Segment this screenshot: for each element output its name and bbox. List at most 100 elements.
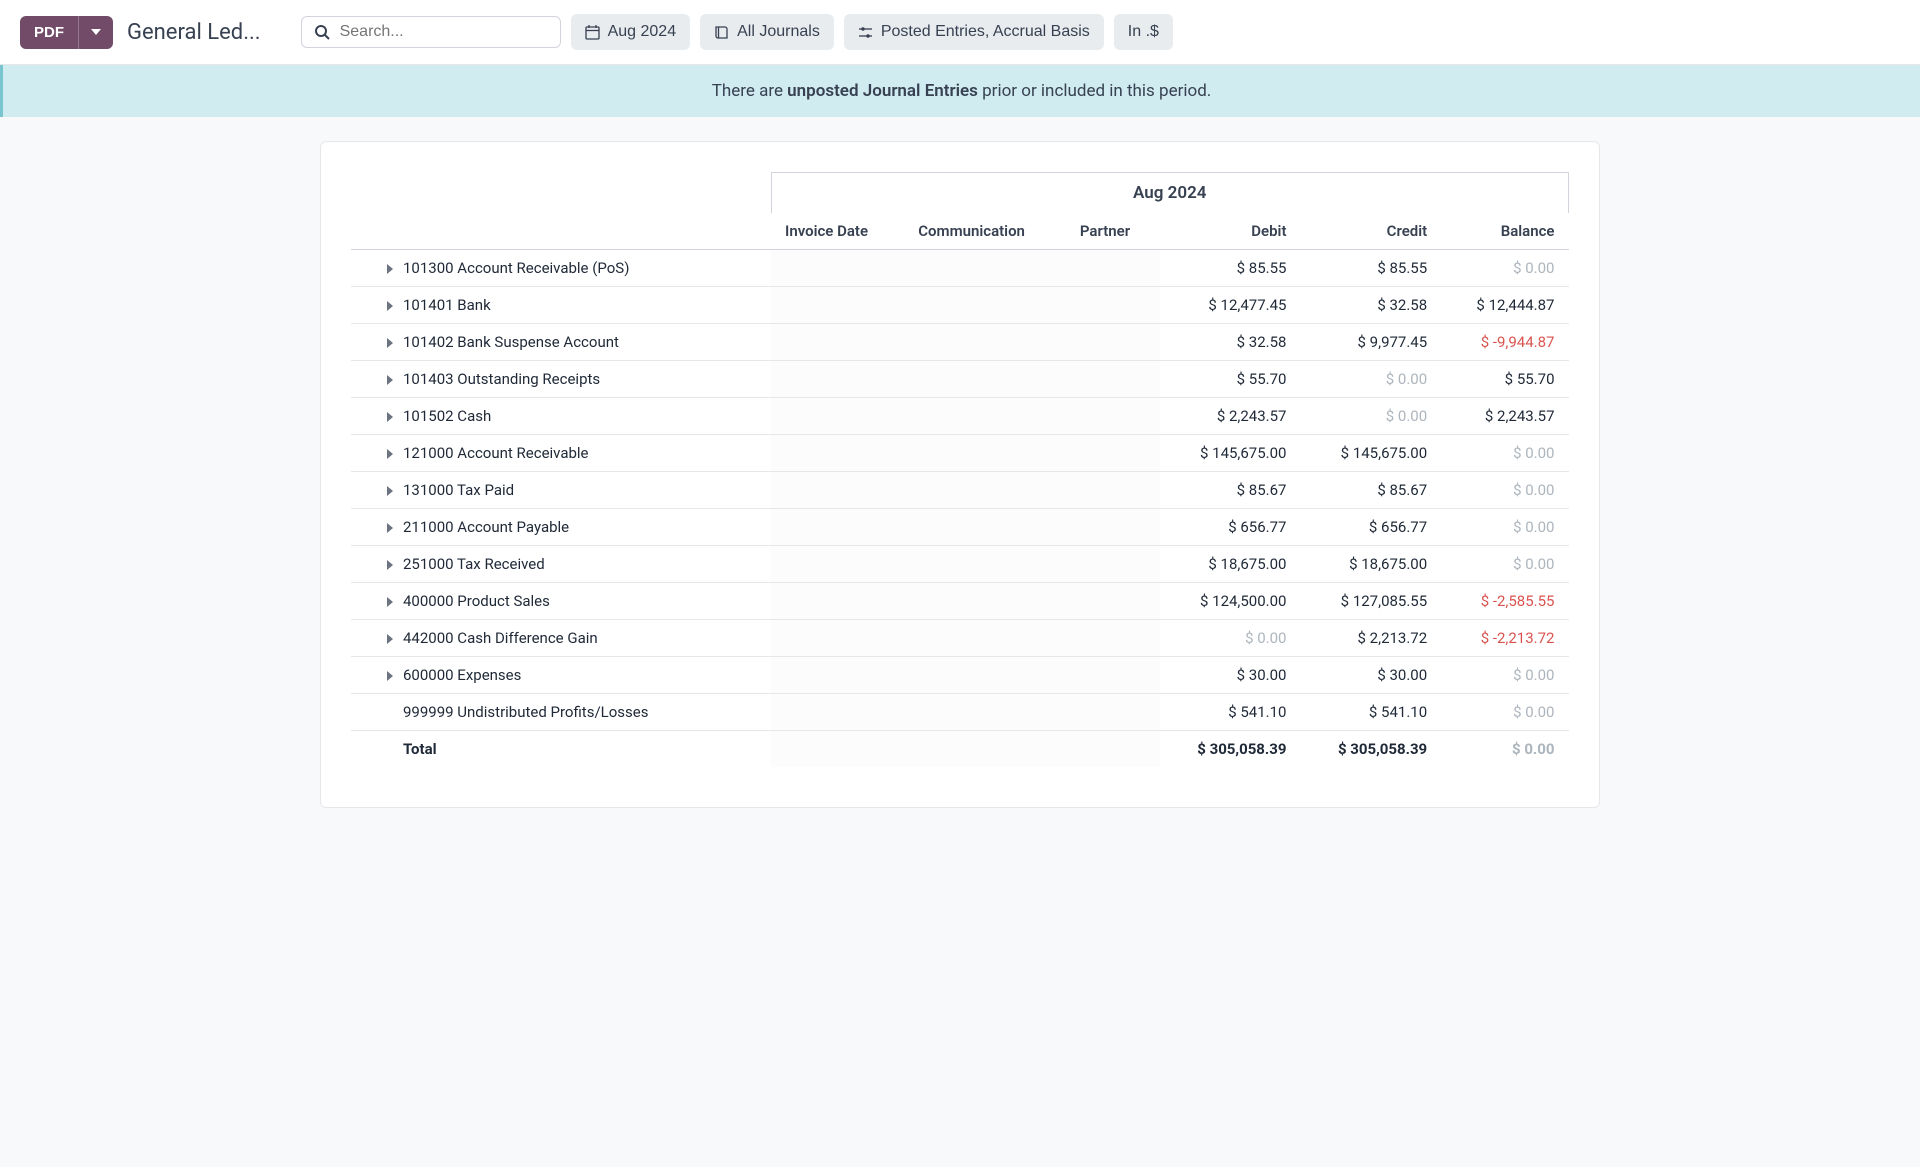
debit-cell: $ 0.00 bbox=[1160, 620, 1301, 657]
empty-cell bbox=[1066, 472, 1160, 509]
credit-cell: $ 18,675.00 bbox=[1300, 546, 1441, 583]
empty-cell bbox=[904, 250, 1066, 287]
search-input[interactable] bbox=[340, 23, 548, 41]
balance-cell: $ 0.00 bbox=[1441, 472, 1568, 509]
banner-strong[interactable]: unposted Journal Entries bbox=[787, 81, 978, 101]
account-name-cell[interactable]: 600000 Expenses bbox=[351, 657, 771, 694]
empty-cell bbox=[1066, 657, 1160, 694]
empty-cell bbox=[771, 287, 904, 324]
expand-caret-icon[interactable] bbox=[387, 560, 393, 570]
debit-cell: $ 55.70 bbox=[1160, 361, 1301, 398]
ledger-row[interactable]: 600000 Expenses$ 30.00$ 30.00$ 0.00 bbox=[351, 657, 1569, 694]
expand-caret-icon[interactable] bbox=[387, 375, 393, 385]
empty-cell bbox=[1066, 250, 1160, 287]
account-name-cell[interactable]: 211000 Account Payable bbox=[351, 509, 771, 546]
empty-cell bbox=[904, 657, 1066, 694]
date-filter-label: Aug 2024 bbox=[608, 23, 677, 41]
ledger-row[interactable]: 131000 Tax Paid$ 85.67$ 85.67$ 0.00 bbox=[351, 472, 1569, 509]
ledger-row[interactable]: 251000 Tax Received $ 18,675.00$ 18,675.0… bbox=[351, 546, 1569, 583]
expand-caret-icon[interactable] bbox=[387, 634, 393, 644]
ledger-row[interactable]: 442000 Cash Difference Gain$ 0.00$ 2,213… bbox=[351, 620, 1569, 657]
banner-suffix: prior or included in this period. bbox=[978, 81, 1211, 101]
expand-caret-icon[interactable] bbox=[387, 301, 393, 311]
expand-caret-icon[interactable] bbox=[387, 338, 393, 348]
balance-cell: $ 0.00 bbox=[1441, 546, 1568, 583]
banner-prefix: There are bbox=[712, 81, 787, 101]
empty-cell bbox=[771, 398, 904, 435]
expand-caret-icon[interactable] bbox=[387, 449, 393, 459]
credit-cell: $ 32.58 bbox=[1300, 287, 1441, 324]
column-header-row: Invoice Date Communication Partner Debit… bbox=[351, 213, 1569, 250]
empty-cell bbox=[904, 731, 1066, 768]
balance-cell: $ -9,944.87 bbox=[1441, 324, 1568, 361]
ledger-row[interactable]: 211000 Account Payable$ 656.77$ 656.77$ … bbox=[351, 509, 1569, 546]
account-name-cell[interactable]: 442000 Cash Difference Gain bbox=[351, 620, 771, 657]
ledger-row[interactable]: 101402 Bank Suspense Account$ 32.58$ 9,9… bbox=[351, 324, 1569, 361]
journals-filter-label: All Journals bbox=[737, 23, 820, 41]
pdf-button[interactable]: PDF bbox=[20, 16, 78, 49]
account-name-cell[interactable]: 101401 Bank bbox=[351, 287, 771, 324]
expand-caret-icon[interactable] bbox=[387, 412, 393, 422]
pdf-export-group: PDF bbox=[20, 16, 113, 49]
entries-filter-button[interactable]: Posted Entries, Accrual Basis bbox=[844, 14, 1104, 50]
ledger-row[interactable]: 101401 Bank$ 12,477.45$ 32.58$ 12,444.87 bbox=[351, 287, 1569, 324]
account-name: 600000 Expenses bbox=[403, 666, 521, 684]
col-invoice-date: Invoice Date bbox=[771, 213, 904, 250]
balance-cell: $ 0.00 bbox=[1441, 435, 1568, 472]
ledger-row[interactable]: 101403 Outstanding Receipts$ 55.70$ 0.00… bbox=[351, 361, 1569, 398]
total-balance: $ 0.00 bbox=[1441, 731, 1568, 768]
col-debit: Debit bbox=[1160, 213, 1301, 250]
col-balance: Balance bbox=[1441, 213, 1568, 250]
empty-cell bbox=[771, 731, 904, 768]
col-partner: Partner bbox=[1066, 213, 1160, 250]
ledger-row[interactable]: 121000 Account Receivable$ 145,675.00$ 1… bbox=[351, 435, 1569, 472]
search-box[interactable] bbox=[301, 16, 561, 48]
account-name-cell[interactable]: 121000 Account Receivable bbox=[351, 435, 771, 472]
date-filter-button[interactable]: Aug 2024 bbox=[571, 14, 691, 50]
account-name-cell[interactable]: 101502 Cash bbox=[351, 398, 771, 435]
account-name-cell[interactable]: 131000 Tax Paid bbox=[351, 472, 771, 509]
account-name-cell: 999999 Undistributed Profits/Losses bbox=[351, 694, 771, 731]
empty-cell bbox=[1066, 731, 1160, 768]
account-name: 999999 Undistributed Profits/Losses bbox=[403, 703, 648, 721]
account-name: 211000 Account Payable bbox=[403, 518, 569, 536]
debit-cell: $ 541.10 bbox=[1160, 694, 1301, 731]
empty-cell bbox=[771, 472, 904, 509]
empty-cell bbox=[904, 694, 1066, 731]
balance-cell: $ 0.00 bbox=[1441, 250, 1568, 287]
empty-cell bbox=[904, 435, 1066, 472]
expand-caret-icon[interactable] bbox=[387, 486, 393, 496]
account-name-cell[interactable]: 101403 Outstanding Receipts bbox=[351, 361, 771, 398]
debit-cell: $ 18,675.00 bbox=[1160, 546, 1301, 583]
account-name-cell[interactable]: 101300 Account Receivable (PoS) bbox=[351, 250, 771, 287]
account-name: 101401 Bank bbox=[403, 296, 491, 314]
credit-cell: $ 127,085.55 bbox=[1300, 583, 1441, 620]
empty-cell bbox=[904, 324, 1066, 361]
ledger-row[interactable]: 101300 Account Receivable (PoS)$ 85.55$ … bbox=[351, 250, 1569, 287]
ledger-row[interactable]: 101502 Cash$ 2,243.57$ 0.00$ 2,243.57 bbox=[351, 398, 1569, 435]
balance-cell: $ 0.00 bbox=[1441, 509, 1568, 546]
warning-banner: There are unposted Journal Entries prior… bbox=[0, 65, 1920, 117]
empty-cell bbox=[1066, 287, 1160, 324]
currency-filter-button[interactable]: In .$ bbox=[1114, 14, 1173, 50]
total-credit: $ 305,058.39 bbox=[1300, 731, 1441, 768]
expand-caret-icon[interactable] bbox=[387, 523, 393, 533]
account-name-cell[interactable]: 251000 Tax Received bbox=[351, 546, 771, 583]
account-name-cell[interactable]: 400000 Product Sales bbox=[351, 583, 771, 620]
account-name-cell[interactable]: 101402 Bank Suspense Account bbox=[351, 324, 771, 361]
expand-caret-icon[interactable] bbox=[387, 264, 393, 274]
empty-cell bbox=[1066, 324, 1160, 361]
credit-cell: $ 0.00 bbox=[1300, 398, 1441, 435]
balance-cell: $ 55.70 bbox=[1441, 361, 1568, 398]
pdf-dropdown-button[interactable] bbox=[78, 16, 113, 49]
account-name: 101403 Outstanding Receipts bbox=[403, 370, 600, 388]
expand-caret-icon[interactable] bbox=[387, 597, 393, 607]
expand-caret-icon[interactable] bbox=[387, 671, 393, 681]
empty-cell bbox=[904, 583, 1066, 620]
debit-cell: $ 124,500.00 bbox=[1160, 583, 1301, 620]
journals-filter-button[interactable]: All Journals bbox=[700, 14, 834, 50]
search-icon bbox=[314, 24, 330, 40]
entries-filter-label: Posted Entries, Accrual Basis bbox=[881, 23, 1090, 41]
ledger-row[interactable]: 400000 Product Sales $ 124,500.00$ 127,08… bbox=[351, 583, 1569, 620]
ledger-row: 999999 Undistributed Profits/Losses $ 541… bbox=[351, 694, 1569, 731]
